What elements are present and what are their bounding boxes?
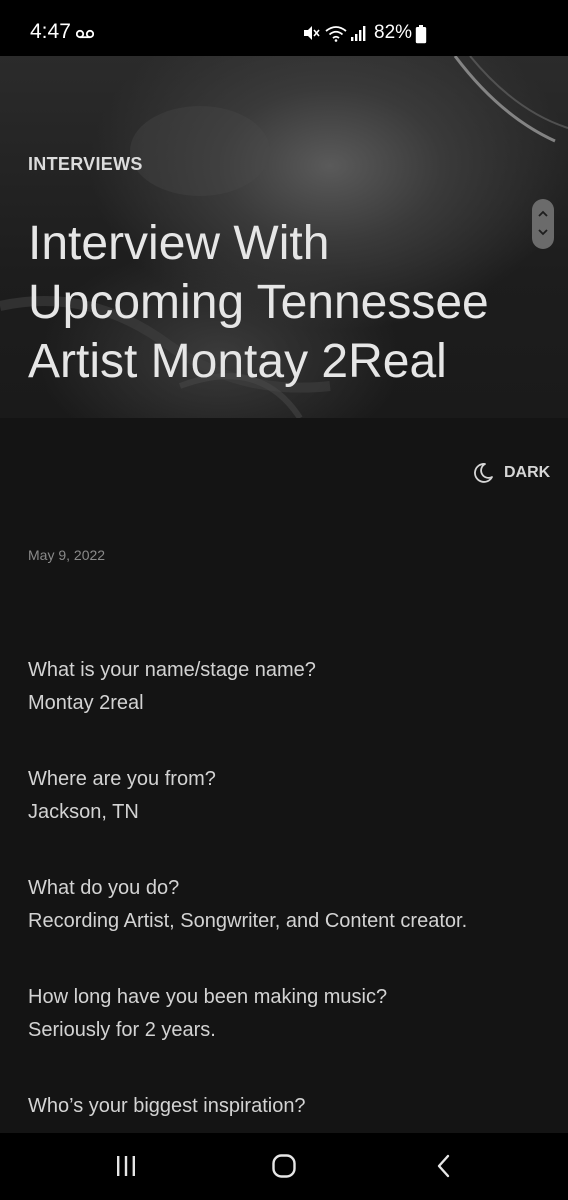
scroll-control[interactable]	[532, 199, 554, 249]
status-bar: 4:47 82%	[0, 0, 568, 56]
post-date: May 9, 2022	[28, 547, 106, 563]
recent-apps-icon[interactable]	[114, 1155, 138, 1177]
qa-question: What is your name/stage name?	[28, 659, 316, 681]
qa-item: Who’s your biggest inspiration?	[28, 1090, 548, 1123]
qa-question: Where are you from?	[28, 768, 216, 790]
home-icon[interactable]	[271, 1153, 297, 1179]
qa-answer: Recording Artist, Songwriter, and Conten…	[28, 910, 468, 932]
chevron-down-icon[interactable]	[537, 227, 549, 237]
screen: 4:47 82% INTERVIEWS Interview With Upcom…	[0, 0, 568, 1200]
wifi-icon	[325, 26, 347, 42]
dark-mode-toggle[interactable]: DARK	[472, 460, 550, 486]
qa-answer: Seriously for 2 years.	[28, 1019, 216, 1041]
hero-banner: INTERVIEWS Interview With Upcoming Tenne…	[0, 56, 568, 418]
qa-item: What is your name/stage name? Montay 2re…	[28, 654, 548, 720]
qa-answer: Montay 2real	[28, 692, 144, 714]
interview-qa-list: What is your name/stage name? Montay 2re…	[28, 654, 548, 1166]
signal-icon	[351, 26, 366, 41]
qa-item: What do you do? Recording Artist, Songwr…	[28, 872, 548, 938]
system-nav-bar	[0, 1133, 568, 1200]
qa-answer: Jackson, TN	[28, 801, 139, 823]
voicemail-icon	[76, 29, 94, 39]
back-icon[interactable]	[434, 1154, 454, 1178]
article-title: Interview With Upcoming Tennessee Artist…	[28, 217, 489, 388]
battery-icon	[415, 25, 427, 44]
qa-question: How long have you been making music?	[28, 986, 388, 1008]
qa-item: How long have you been making music? Ser…	[28, 981, 548, 1047]
mute-icon	[304, 26, 320, 40]
qa-question: What do you do?	[28, 877, 180, 899]
qa-item: Where are you from? Jackson, TN	[28, 763, 548, 829]
dark-mode-label: DARK	[504, 464, 551, 481]
battery-percentage: 82%	[374, 22, 413, 43]
category-label[interactable]: INTERVIEWS	[28, 154, 143, 175]
status-time: 4:47	[30, 20, 71, 43]
moon-icon	[474, 463, 493, 483]
qa-question: Who’s your biggest inspiration?	[28, 1095, 306, 1117]
chevron-up-icon[interactable]	[537, 209, 549, 219]
